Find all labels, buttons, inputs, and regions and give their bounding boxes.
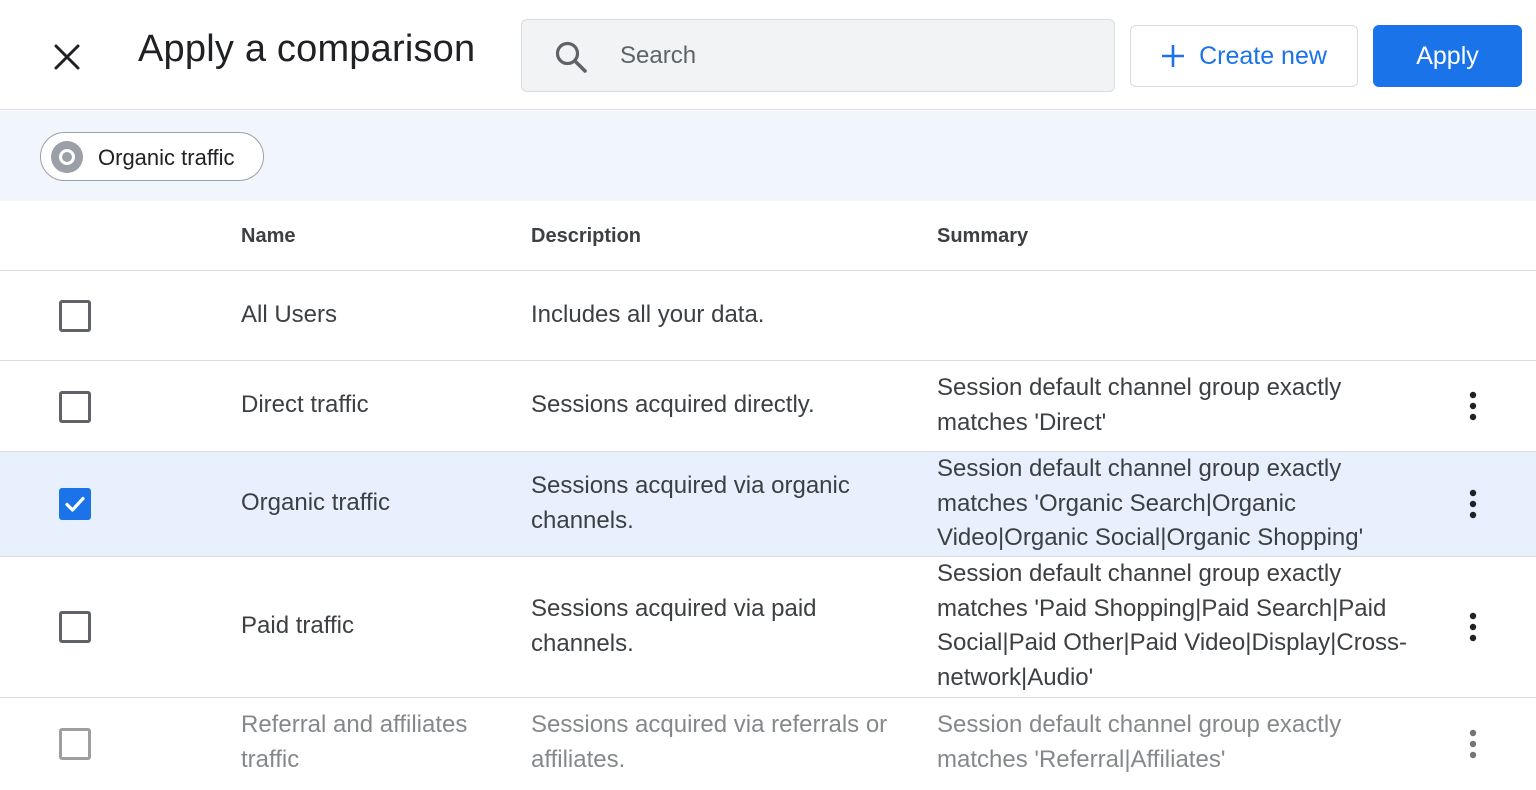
- row-description: Sessions acquired via referrals or affil…: [531, 711, 888, 773]
- row-description: Sessions acquired via paid channels.: [531, 595, 817, 657]
- create-new-label: Create new: [1199, 41, 1327, 70]
- plus-icon: [1162, 45, 1185, 67]
- more-vert-icon: [1469, 391, 1477, 421]
- row-checkbox[interactable]: [59, 391, 91, 423]
- row-name: Organic traffic: [241, 489, 390, 516]
- column-header-summary: Summary: [937, 225, 1029, 247]
- column-header-description: Description: [531, 225, 642, 247]
- row-summary: Session default channel group exactly ma…: [937, 374, 1342, 436]
- row-name: Paid traffic: [241, 612, 354, 639]
- search-box[interactable]: [521, 19, 1115, 92]
- table-row[interactable]: Paid traffic Sessions acquired via paid …: [0, 557, 1536, 698]
- row-description: Sessions acquired via organic channels.: [531, 472, 850, 534]
- apply-label: Apply: [1416, 41, 1479, 70]
- selected-comparisons-bar: Organic traffic: [0, 111, 1536, 201]
- close-icon: [54, 44, 80, 70]
- row-summary: Session default channel group exactly ma…: [937, 560, 1408, 691]
- table-row[interactable]: All Users Includes all your data.: [0, 271, 1536, 361]
- more-vert-icon: [1469, 729, 1477, 759]
- row-summary: Session default channel group exactly ma…: [937, 711, 1342, 773]
- row-checkbox[interactable]: [59, 300, 91, 332]
- more-vert-icon: [1469, 489, 1477, 519]
- table-row[interactable]: Direct traffic Sessions acquired directl…: [0, 361, 1536, 452]
- check-icon: [65, 496, 85, 512]
- row-description: Includes all your data.: [531, 301, 765, 328]
- row-description: Sessions acquired directly.: [531, 391, 815, 418]
- search-icon: [555, 41, 587, 73]
- page-title: Apply a comparison: [138, 28, 476, 70]
- row-name: All Users: [241, 301, 338, 328]
- search-input[interactable]: [620, 32, 1100, 80]
- row-summary: Session default channel group exactly ma…: [937, 455, 1364, 551]
- row-more-button[interactable]: [1459, 386, 1487, 426]
- row-name: Direct traffic: [241, 391, 369, 418]
- row-checkbox[interactable]: [59, 611, 91, 643]
- comparison-circle-icon: [51, 141, 83, 173]
- column-header-name: Name: [241, 225, 296, 247]
- chip-label: Organic traffic: [98, 145, 235, 170]
- apply-button[interactable]: Apply: [1373, 25, 1522, 87]
- row-name: Referral and affiliates traffic: [241, 711, 468, 773]
- dialog-header: Apply a comparison Create new Apply: [0, 0, 1536, 110]
- row-more-button[interactable]: [1459, 484, 1487, 524]
- table-row[interactable]: Referral and affiliates traffic Sessions…: [0, 698, 1536, 790]
- row-checkbox[interactable]: [59, 488, 91, 520]
- create-new-button[interactable]: Create new: [1130, 25, 1358, 87]
- selected-chip-organic-traffic[interactable]: Organic traffic: [40, 132, 264, 181]
- close-button[interactable]: [40, 30, 94, 84]
- row-more-button[interactable]: [1459, 607, 1487, 647]
- row-checkbox[interactable]: [59, 728, 91, 760]
- row-more-button[interactable]: [1459, 724, 1487, 764]
- more-vert-icon: [1469, 612, 1477, 642]
- table-header: Name Description Summary: [0, 201, 1536, 271]
- table-row[interactable]: Organic traffic Sessions acquired via or…: [0, 452, 1536, 557]
